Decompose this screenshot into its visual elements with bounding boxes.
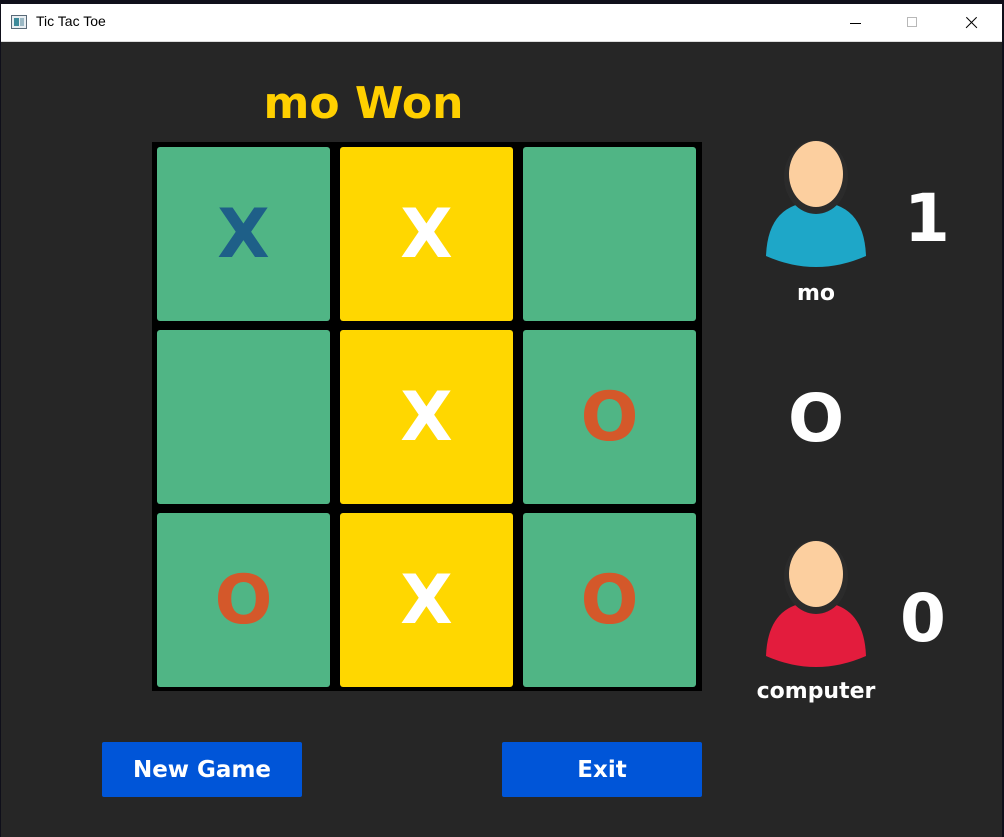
user-avatar-icon [766, 140, 866, 267]
cell-mark: O [580, 377, 639, 457]
player-name: mo [796, 281, 836, 306]
board-cell-4[interactable] [157, 330, 330, 504]
game-status: mo Won [263, 78, 464, 129]
title-bar: Tic Tac Toe [1, 4, 1002, 42]
board-cell-6[interactable]: O [523, 330, 696, 504]
board-cell-1[interactable]: X [157, 147, 330, 321]
minimize-button[interactable] [833, 4, 879, 41]
app-window: Tic Tac Toe mo Won X X X O O X O mo 1 O … [1, 4, 1002, 837]
board-cell-7[interactable]: O [157, 513, 330, 687]
player-score: 1 [904, 180, 950, 257]
app-icon [11, 15, 27, 29]
board-cell-2[interactable]: X [340, 147, 513, 321]
user-avatar-icon [766, 540, 866, 667]
cell-mark: X [400, 194, 453, 274]
game-board: X X X O O X O [152, 142, 702, 691]
maximize-button[interactable] [890, 4, 936, 41]
cell-mark: O [214, 560, 273, 640]
exit-button[interactable]: Exit [502, 742, 702, 797]
board-cell-5[interactable]: X [340, 330, 513, 504]
board-cell-9[interactable]: O [523, 513, 696, 687]
current-turn-indicator: O [787, 380, 845, 457]
player-score: 0 [900, 580, 946, 657]
cell-mark: X [217, 194, 270, 274]
close-button[interactable] [948, 4, 994, 41]
cell-mark: X [400, 377, 453, 457]
cell-mark: O [580, 560, 639, 640]
player-name: computer [756, 679, 876, 704]
board-cell-3[interactable] [523, 147, 696, 321]
window-title: Tic Tac Toe [36, 13, 106, 29]
new-game-button[interactable]: New Game [102, 742, 302, 797]
board-cell-8[interactable]: X [340, 513, 513, 687]
cell-mark: X [400, 560, 453, 640]
